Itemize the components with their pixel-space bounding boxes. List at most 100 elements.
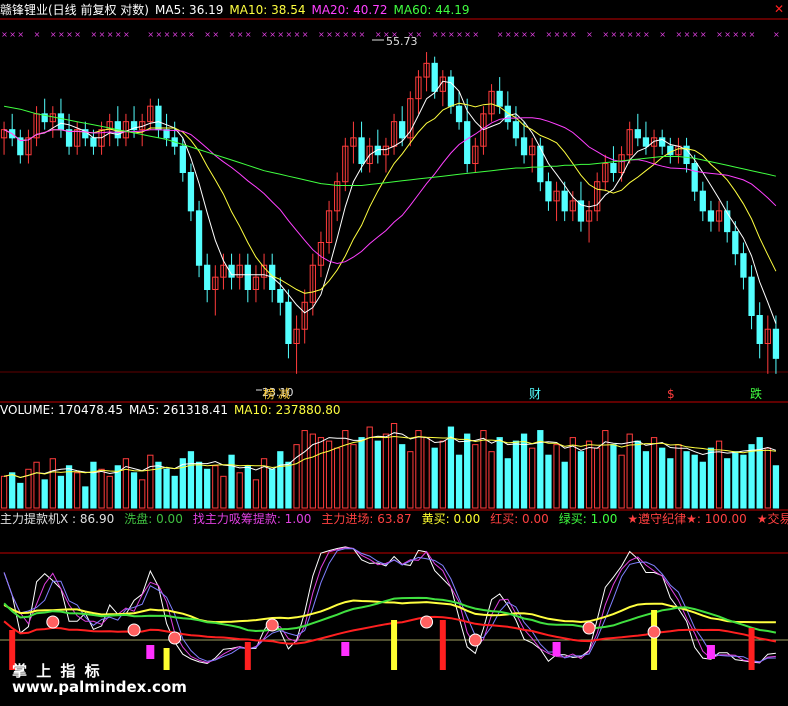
high-price-label: 55.73 bbox=[386, 35, 418, 48]
signal-mark: × bbox=[464, 30, 471, 39]
signal-mark: × bbox=[749, 30, 756, 39]
volume-bar bbox=[74, 472, 81, 509]
volume-bar bbox=[699, 461, 706, 509]
candle-body bbox=[691, 163, 698, 192]
volume-bar bbox=[220, 475, 227, 509]
signal-ball bbox=[127, 623, 141, 637]
signal-mark: × bbox=[497, 30, 504, 39]
volume-bar bbox=[187, 451, 195, 509]
signal-mark: × bbox=[773, 30, 780, 39]
volume-bar bbox=[0, 475, 8, 509]
signal-mark: × bbox=[440, 30, 447, 39]
signal-mark: × bbox=[732, 30, 739, 39]
signal-ball bbox=[265, 618, 279, 632]
signal-mark: × bbox=[570, 30, 577, 39]
volume-bar bbox=[561, 461, 568, 509]
signal-mark: × bbox=[472, 30, 479, 39]
signal-mark: × bbox=[513, 30, 520, 39]
signal-block-magenta bbox=[706, 645, 715, 659]
signal-ball bbox=[582, 621, 596, 635]
signal-mark: × bbox=[294, 30, 301, 39]
candle-body bbox=[155, 105, 162, 131]
volume-bar bbox=[748, 444, 755, 509]
volume-bar bbox=[366, 426, 373, 509]
watermark-url[interactable]: www.palmindex.com bbox=[12, 678, 187, 696]
volume-bar bbox=[683, 451, 690, 509]
signal-ball bbox=[420, 615, 434, 629]
volume-bar bbox=[594, 447, 601, 509]
candle-body bbox=[455, 105, 463, 123]
volume-bar bbox=[204, 468, 211, 509]
signal-block bbox=[748, 628, 755, 670]
volume-bar bbox=[342, 430, 349, 509]
signal-mark: × bbox=[675, 30, 682, 39]
candle-body bbox=[57, 113, 65, 131]
volume-bar bbox=[139, 479, 146, 509]
volume-bar bbox=[317, 437, 325, 509]
candle-body bbox=[244, 264, 251, 290]
volume-bar bbox=[415, 430, 422, 509]
oscillator-magenta bbox=[3, 547, 776, 664]
volume-bar bbox=[520, 433, 528, 509]
signal-mark: × bbox=[700, 30, 707, 39]
volume-bar bbox=[277, 451, 284, 509]
volume-bar bbox=[724, 458, 731, 509]
volume-bar bbox=[179, 458, 186, 509]
volume-bar bbox=[472, 444, 479, 509]
volume-bar bbox=[49, 458, 56, 509]
volume-bar bbox=[98, 468, 105, 509]
volume-bar bbox=[642, 451, 650, 509]
signal-mark: × bbox=[529, 30, 536, 39]
volume-bar bbox=[423, 437, 430, 509]
signal-mark: × bbox=[50, 30, 57, 39]
candle-body bbox=[610, 163, 617, 174]
signal-mark: × bbox=[147, 30, 154, 39]
signal-mark: × bbox=[740, 30, 747, 39]
signal-mark: × bbox=[326, 30, 333, 39]
candle-body bbox=[748, 276, 755, 316]
volume-bar bbox=[130, 472, 138, 509]
signal-mark: × bbox=[619, 30, 626, 39]
volume-bar bbox=[480, 430, 487, 509]
candle-body bbox=[204, 264, 211, 290]
candle-body bbox=[496, 90, 503, 107]
tag-cai[interactable]: 财 bbox=[529, 387, 541, 401]
volume-bar bbox=[41, 479, 48, 509]
tag-jian[interactable]: 减 bbox=[278, 387, 290, 401]
volume-bar bbox=[553, 444, 560, 509]
volume-bar bbox=[650, 437, 658, 509]
volume-bar bbox=[618, 454, 625, 509]
candle-body bbox=[179, 145, 186, 174]
signal-ball bbox=[647, 625, 661, 639]
candle-body bbox=[358, 137, 365, 165]
signal-ball bbox=[168, 631, 182, 645]
signal-mark: × bbox=[277, 30, 284, 39]
signal-mark: × bbox=[359, 30, 366, 39]
volume-bar bbox=[691, 454, 698, 509]
tag-dollar[interactable]: $ bbox=[667, 387, 675, 401]
signal-mark: × bbox=[521, 30, 528, 39]
candle-body bbox=[577, 200, 585, 222]
signal-mark: × bbox=[659, 30, 666, 39]
volume-bar bbox=[740, 454, 747, 509]
volume-bar bbox=[269, 468, 276, 509]
tag-bang[interactable]: 榜 bbox=[263, 386, 275, 401]
volume-bar bbox=[399, 444, 406, 509]
volume-bar bbox=[163, 468, 170, 509]
signal-mark: × bbox=[164, 30, 171, 39]
stock-chart: 赣锋锂业(日线 前复权 对数) MA5: 36.19 MA10: 38.54 MA20… bbox=[0, 0, 788, 706]
tag-die[interactable]: 跌 bbox=[750, 386, 762, 401]
volume-bar bbox=[212, 465, 219, 509]
ma10-line bbox=[3, 102, 777, 294]
signal-mark: × bbox=[334, 30, 341, 39]
signal-mark: × bbox=[302, 30, 309, 39]
signal-mark: × bbox=[602, 30, 609, 39]
volume-bar bbox=[715, 440, 723, 509]
volume-bar bbox=[732, 451, 739, 509]
candle-body bbox=[285, 301, 292, 344]
volume-bar bbox=[431, 447, 438, 509]
signal-ball bbox=[468, 633, 482, 647]
signal-mark: × bbox=[155, 30, 162, 39]
candle-body bbox=[756, 314, 763, 344]
volume-bar bbox=[195, 461, 203, 509]
